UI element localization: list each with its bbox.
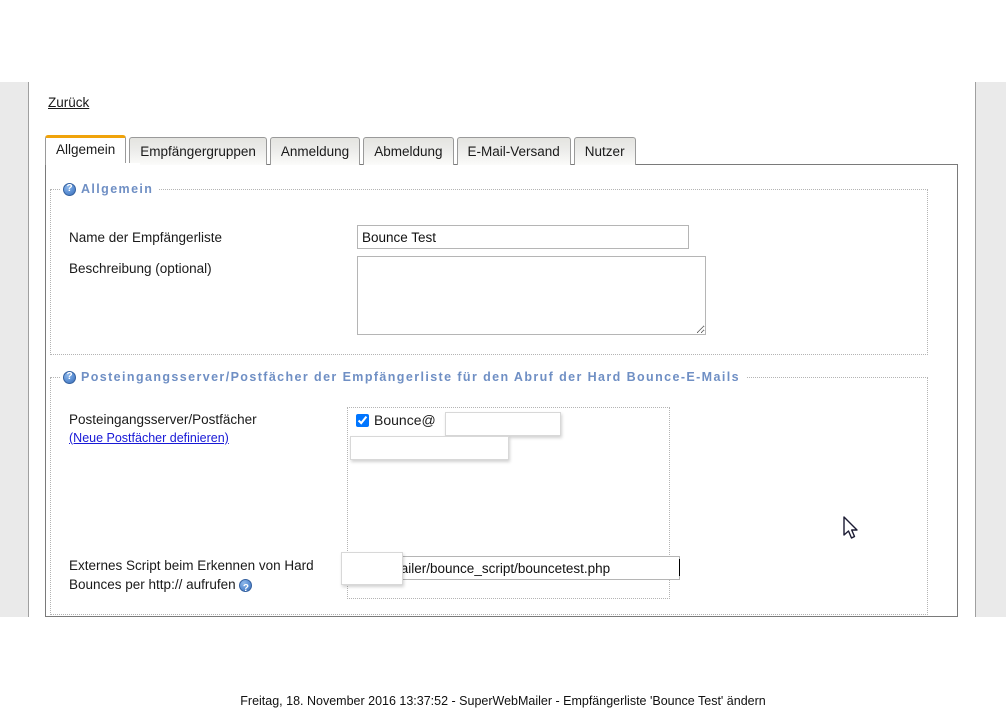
fieldset-allgemein-legend: Allgemein — [61, 182, 159, 196]
label-externes-script-line1: Externes Script beim Erkennen von Hard — [69, 558, 314, 573]
tab-anmeldung[interactable]: Anmeldung — [269, 137, 361, 165]
app-content-area: Zurück Allgemein Empfängergruppen Anmeld… — [29, 82, 975, 617]
redaction-overlay-script-url-prefix — [341, 552, 403, 585]
tab-abmeldung[interactable]: Abmeldung — [363, 137, 454, 165]
label-name-der-empfaengerliste: Name der Empfängerliste — [69, 230, 223, 245]
active-tab-notch — [46, 163, 140, 166]
label-beschreibung-optional: Beschreibung (optional) — [69, 261, 212, 276]
input-name-der-empfaengerliste[interactable] — [357, 225, 689, 249]
mailbox-label-bounce: Bounce@ — [374, 412, 436, 428]
back-link[interactable]: Zurück — [48, 95, 89, 110]
text-caret-script-url — [679, 559, 680, 576]
textarea-beschreibung[interactable] — [357, 256, 706, 335]
page-frame-left-band — [0, 82, 29, 617]
screenshot-root: Zurück Allgemein Empfängergruppen Anmeld… — [0, 0, 1006, 711]
help-question-icon[interactable] — [63, 370, 76, 384]
tab-bar: Allgemein Empfängergruppen Anmeldung Abm… — [45, 135, 639, 165]
help-question-icon[interactable] — [63, 182, 76, 196]
redaction-overlay-mailbox-domain — [445, 412, 561, 436]
help-question-icon[interactable] — [239, 578, 253, 598]
tab-nutzer[interactable]: Nutzer — [573, 137, 636, 165]
tab-allgemein[interactable]: Allgemein — [45, 135, 127, 165]
label-externes-script: Externes Script beim Erkennen von Hard B… — [69, 556, 359, 598]
label-externes-script-line2: Bounces per http:// aufrufen — [69, 577, 236, 592]
tab-empfaengergruppen[interactable]: Empfängergruppen — [129, 137, 267, 165]
mailbox-checkbox-bounce[interactable] — [356, 413, 369, 427]
fieldset-posteingangsserver-legend: Posteingangsserver/Postfächer der Empfän… — [61, 370, 746, 384]
tab-email-versand[interactable]: E-Mail-Versand — [456, 137, 571, 165]
fieldset-allgemein-legend-text: Allgemein — [81, 182, 154, 196]
fieldset-posteingangsserver-legend-text: Posteingangsserver/Postfächer der Empfän… — [81, 370, 740, 384]
redaction-overlay-mailbox-second — [350, 436, 509, 460]
page-footer-status: Freitag, 18. November 2016 13:37:52 - Su… — [240, 694, 766, 708]
label-posteingangsserver-postfaecher: Posteingangsserver/Postfächer — [69, 412, 257, 427]
page-frame-right-band — [975, 82, 1006, 617]
link-neue-postfaecher-definieren[interactable]: (Neue Postfächer definieren) — [69, 431, 229, 445]
